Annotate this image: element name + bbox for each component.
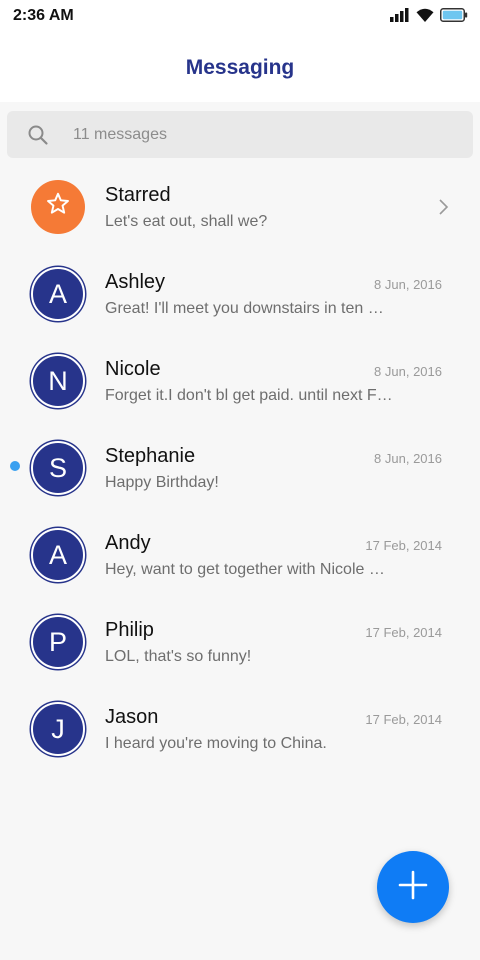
new-message-button[interactable] (377, 851, 449, 923)
avatar: J (31, 702, 85, 756)
conversation-item[interactable]: J Jason 17 Feb, 2014 I heard you're movi… (0, 684, 480, 771)
conversation-item[interactable]: N Nicole 8 Jun, 2016 Forget it.I don't b… (0, 336, 480, 423)
conversation-item[interactable]: A Andy 17 Feb, 2014 Hey, want to get tog… (0, 510, 480, 597)
conversation-name: Stephanie (105, 445, 196, 467)
conversation-preview: Forget it.I don't bl get paid. until nex… (105, 387, 393, 404)
status-time: 2:36 AM (13, 7, 74, 24)
conversation-name: Philip (105, 619, 154, 641)
star-icon (45, 191, 71, 224)
search-input[interactable]: 11 messages (73, 126, 167, 144)
conversation-date: 8 Jun, 2016 (374, 277, 442, 292)
conversation-name: Jason (105, 706, 159, 728)
status-bar: 2:36 AM (0, 0, 480, 34)
conversation-preview: Happy Birthday! (105, 474, 219, 491)
conversation-preview: Hey, want to get together with Nicole … (105, 561, 385, 578)
conversation-date: 17 Feb, 2014 (365, 538, 442, 553)
search-icon (27, 124, 49, 146)
avatar: A (31, 267, 85, 321)
conversation-name: Ashley (105, 271, 166, 293)
app-header: Messaging (0, 34, 480, 102)
battery-icon (440, 7, 468, 27)
conversation-name: Nicole (105, 358, 161, 380)
conversation-item[interactable]: P Philip 17 Feb, 2014 LOL, that's so fun… (0, 597, 480, 684)
unread-indicator (10, 461, 20, 471)
conversation-name: Starred (105, 184, 171, 206)
status-icons (384, 7, 468, 27)
avatar: P (31, 615, 85, 669)
signal-icon (390, 7, 410, 27)
starred-avatar (31, 180, 85, 234)
avatar: N (31, 354, 85, 408)
conversation-name: Andy (105, 532, 151, 554)
chevron-right-icon (438, 198, 450, 216)
conversation-date: 8 Jun, 2016 (374, 364, 442, 379)
conversation-preview: Let's eat out, shall we? (105, 213, 268, 230)
avatar: S (31, 441, 85, 495)
conversation-list: Starred Let's eat out, shall we? A Ashle… (0, 162, 480, 771)
wifi-icon (416, 8, 434, 27)
conversation-date: 8 Jun, 2016 (374, 451, 442, 466)
plus-icon (398, 870, 428, 905)
conversation-date: 17 Feb, 2014 (365, 712, 442, 727)
conversation-item[interactable]: A Ashley 8 Jun, 2016 Great! I'll meet yo… (0, 249, 480, 336)
conversation-preview: Great! I'll meet you downstairs in ten … (105, 300, 384, 317)
search-bar[interactable]: 11 messages (7, 111, 473, 158)
conversation-starred[interactable]: Starred Let's eat out, shall we? (0, 162, 480, 249)
conversation-preview: I heard you're moving to China. (105, 735, 327, 752)
page-title: Messaging (185, 56, 295, 79)
avatar: A (31, 528, 85, 582)
conversation-preview: LOL, that's so funny! (105, 648, 252, 665)
conversation-date: 17 Feb, 2014 (365, 625, 442, 640)
conversation-item[interactable]: S Stephanie 8 Jun, 2016 Happy Birthday! (0, 423, 480, 510)
